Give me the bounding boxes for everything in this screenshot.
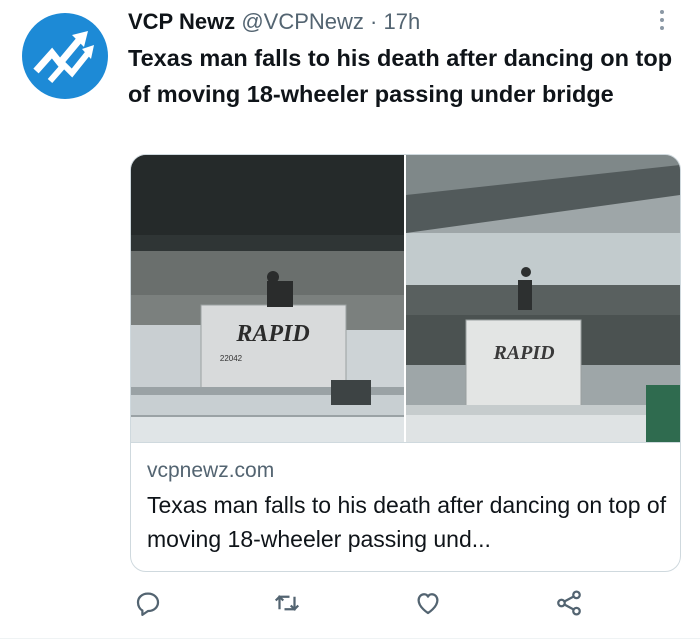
avatar[interactable]: [22, 13, 108, 99]
arrows-logo-icon: [33, 31, 94, 83]
tweet-header: VCP Newz @VCPNewz · 17h: [128, 8, 420, 36]
tweet-actions: [0, 588, 700, 628]
card-title: Texas man falls to his death after danci…: [147, 492, 667, 552]
photo-right[interactable]: RAPID: [406, 155, 680, 442]
truck-label-right: RAPID: [492, 342, 554, 364]
bottom-divider: [0, 638, 700, 639]
card-divider: [131, 442, 680, 443]
heart-icon[interactable]: [413, 588, 443, 618]
separator: ·: [370, 9, 378, 34]
author-name[interactable]: VCP Newz: [128, 9, 235, 34]
truck-label-left: RAPID: [235, 321, 309, 347]
photo-left[interactable]: RAPID 22042: [131, 155, 404, 442]
timestamp[interactable]: 17h: [383, 9, 420, 34]
retweet-icon[interactable]: [272, 588, 302, 618]
card-domain: vcpnewz.com: [147, 459, 275, 482]
truck-number-left: 22042: [220, 354, 243, 363]
share-icon[interactable]: [554, 588, 584, 618]
more-vertical-icon[interactable]: [652, 8, 672, 32]
tweet-text: Texas man falls to his death after danci…: [128, 45, 673, 107]
link-card[interactable]: RAPID 22042 RAPID vcpnewz.com Texas man …: [130, 154, 681, 572]
author-handle[interactable]: @VCPNewz: [241, 9, 364, 34]
reply-icon[interactable]: [133, 588, 163, 618]
